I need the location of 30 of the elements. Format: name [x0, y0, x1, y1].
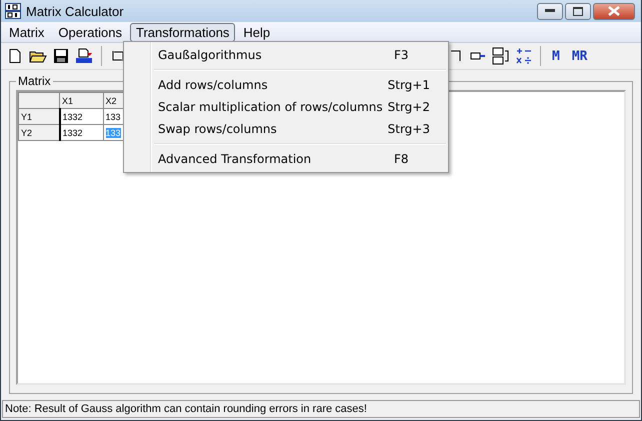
- swap-icon[interactable]: [492, 47, 510, 65]
- status-bar: Note: Result of Gauss algorithm can contain rounding errors in rare cases!: [2, 400, 640, 418]
- menu-entry[interactable]: Advanced Transformation F8: [124, 148, 448, 170]
- corner-cell: [18, 92, 60, 108]
- html-export-icon[interactable]: [75, 48, 93, 64]
- matrix-cell[interactable]: 1332: [60, 108, 103, 124]
- window-title: Matrix Calculator: [26, 4, 124, 18]
- memory-button[interactable]: MR: [568, 48, 590, 64]
- close-icon: [608, 6, 620, 16]
- menu-item[interactable]: Transformations: [130, 22, 236, 42]
- maximize-button[interactable]: [565, 2, 591, 20]
- minimize-icon: [545, 9, 555, 13]
- maximize-icon: [573, 6, 583, 16]
- group-title: Matrix: [17, 74, 52, 88]
- row-header: Y2: [18, 124, 60, 140]
- app-icon: [5, 3, 21, 19]
- menu-item[interactable]: Matrix: [3, 22, 50, 42]
- matrix-cell[interactable]: 1332: [60, 124, 103, 140]
- close-button[interactable]: [593, 2, 635, 20]
- menu-entry[interactable]: Swap rows/columns Strg+3: [124, 118, 448, 140]
- minimize-button[interactable]: [537, 2, 563, 20]
- memory-button[interactable]: M: [549, 48, 563, 64]
- save-icon[interactable]: [53, 48, 69, 64]
- arithmetic-icon[interactable]: [516, 47, 532, 65]
- row-header: Y1: [18, 108, 60, 124]
- menu-entry[interactable]: Gaußalgorithmus F3: [124, 44, 448, 66]
- column-header: X1: [60, 92, 103, 108]
- menu-item[interactable]: Operations: [52, 22, 128, 42]
- new-file-icon[interactable]: [7, 48, 23, 64]
- menu-item[interactable]: Help: [237, 22, 276, 42]
